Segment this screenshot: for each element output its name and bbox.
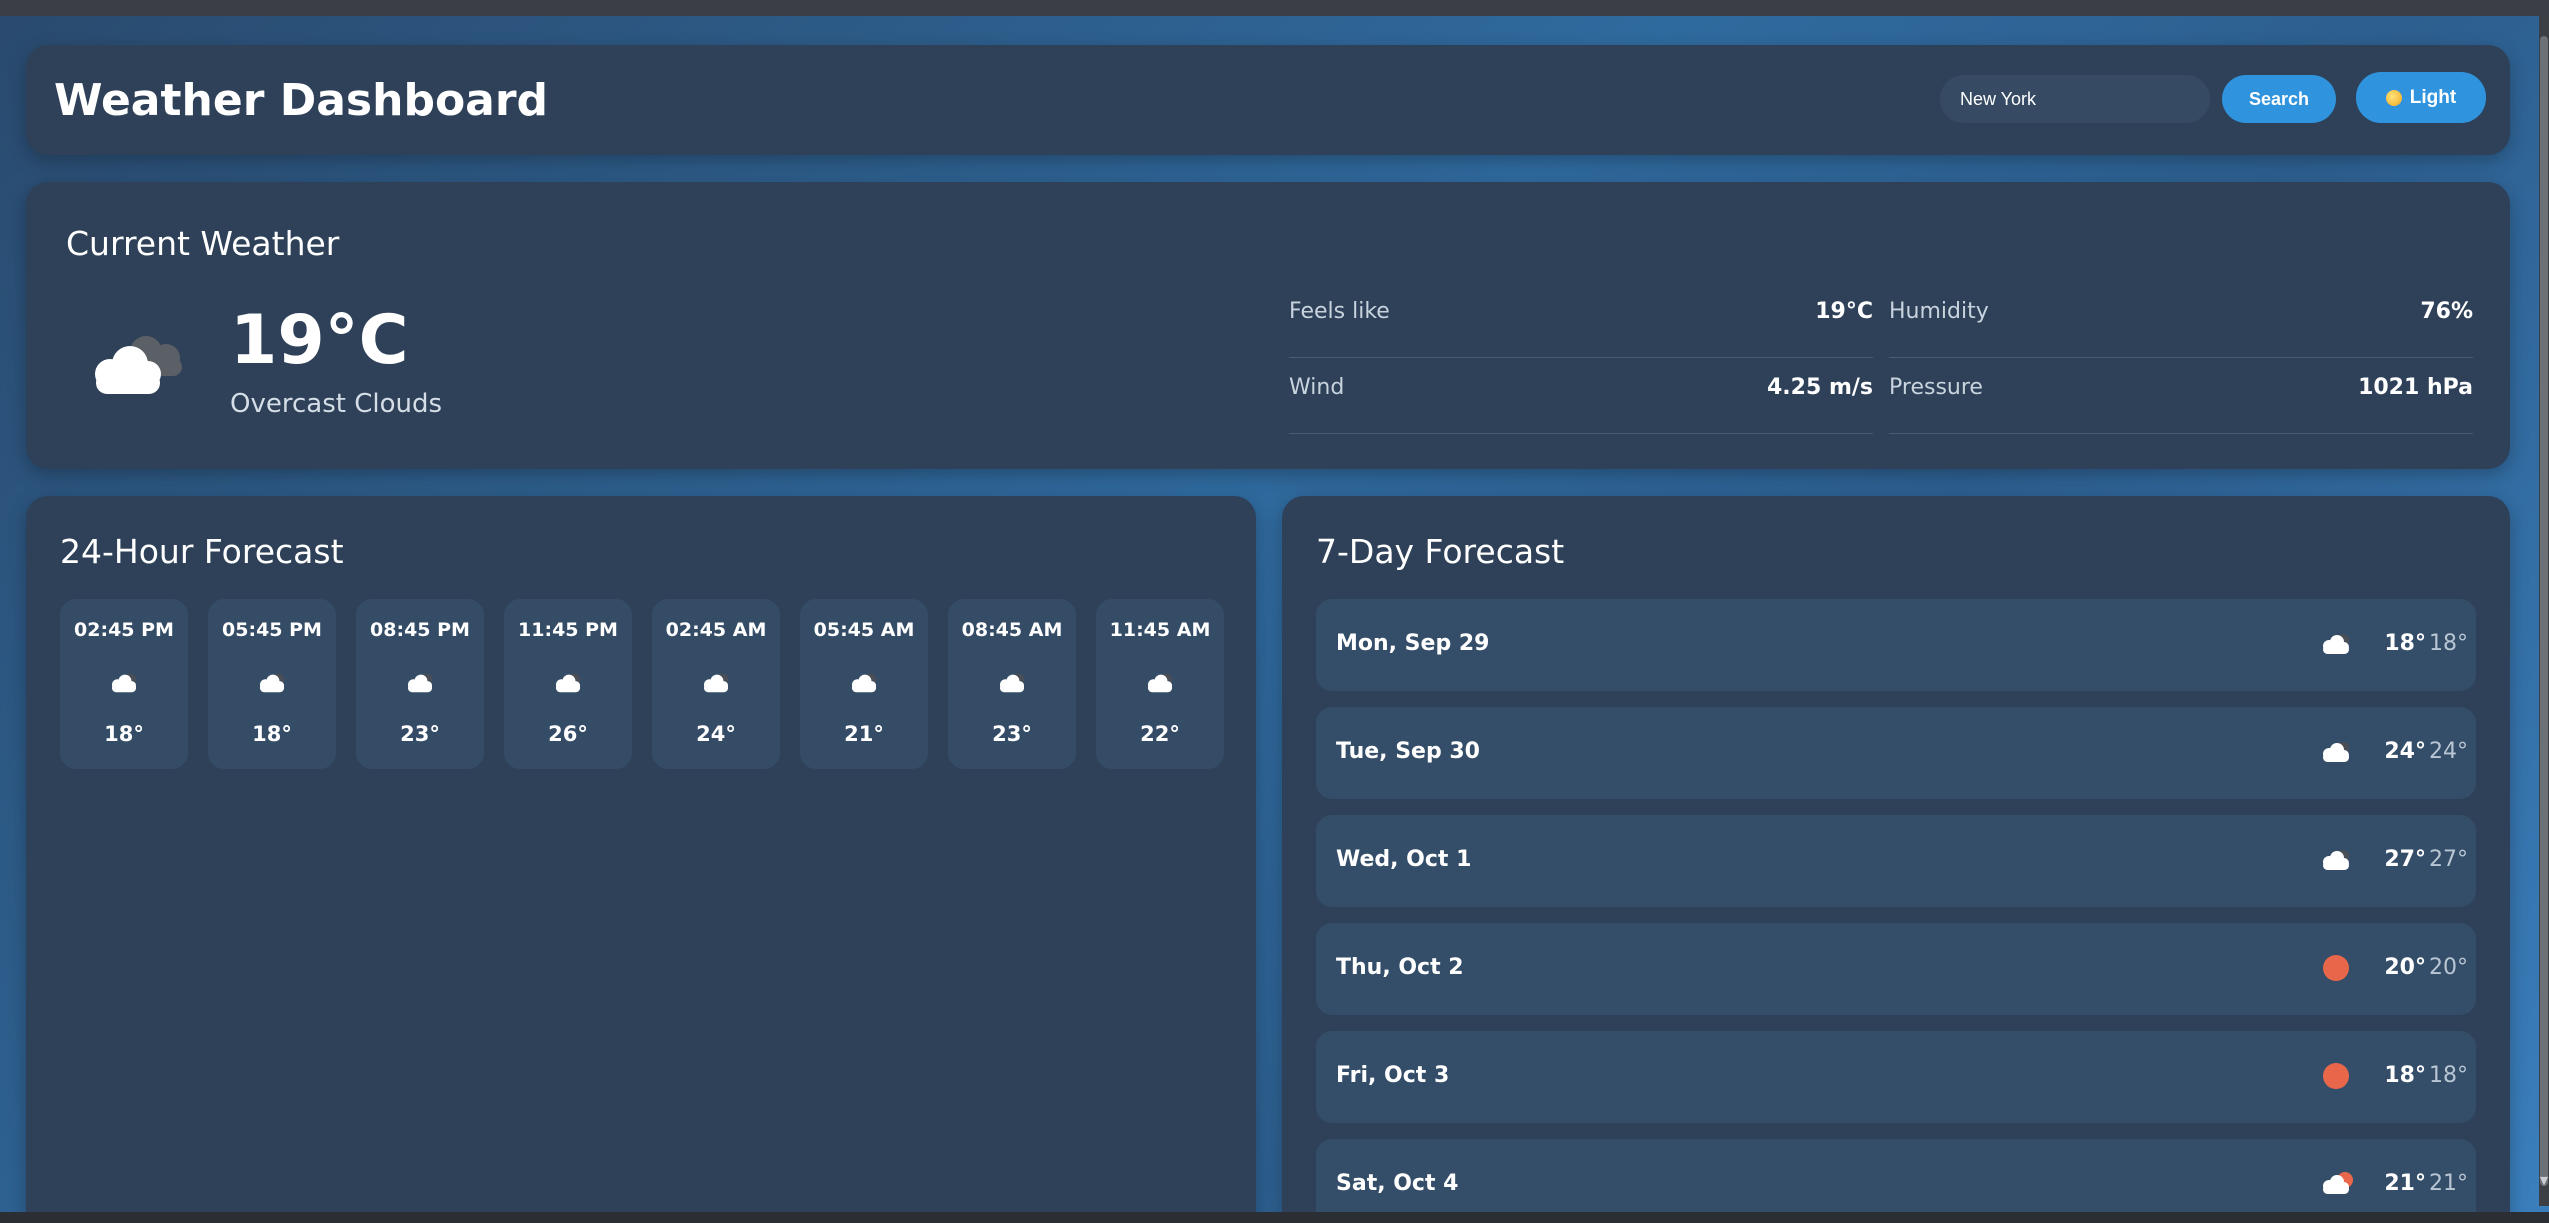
hourly-time: 05:45 PM: [222, 619, 322, 641]
search-button[interactable]: Search: [2222, 75, 2336, 123]
detail-humidity: Humidity 76%: [1889, 282, 2473, 358]
hourly-temp: 23°: [992, 722, 1032, 746]
daily-max-temp: 21°: [2384, 1171, 2426, 1196]
hourly-temp: 23°: [400, 722, 440, 746]
daily-item: Sat, Oct 4 21° 21°: [1316, 1139, 2476, 1223]
cloud-icon: [2316, 629, 2356, 659]
cloud-icon: [2316, 845, 2356, 875]
hourly-time: 08:45 PM: [370, 619, 470, 641]
hourly-item: 02:45 AM 24°: [652, 599, 780, 769]
detail-label: Humidity: [1889, 299, 1989, 324]
detail-value: 4.25 m/s: [1767, 375, 1873, 400]
partly-cloudy-icon: [2316, 1169, 2356, 1199]
daily-item: Fri, Oct 3 18° 18°: [1316, 1031, 2476, 1123]
daily-max-temp: 20°: [2384, 955, 2426, 980]
daily-min-temp: 18°: [2429, 1063, 2468, 1088]
daily-item: Tue, Sep 30 24° 24°: [1316, 707, 2476, 799]
hourly-item: 11:45 AM 22°: [1096, 599, 1224, 769]
hourly-time: 11:45 AM: [1109, 619, 1211, 641]
browser-top-bar: [0, 0, 2549, 16]
daily-date: Thu, Oct 2: [1336, 955, 1464, 980]
daily-min-temp: 20°: [2429, 955, 2468, 980]
daily-date: Tue, Sep 30: [1336, 739, 1480, 764]
overcast-cloud-icon: [95, 336, 182, 394]
hourly-temp: 24°: [696, 722, 736, 746]
hourly-forecast-title: 24-Hour Forecast: [60, 532, 344, 571]
sun-icon: [2316, 953, 2356, 983]
daily-max-temp: 24°: [2384, 739, 2426, 764]
hourly-temp: 22°: [1140, 722, 1180, 746]
detail-feels-like: Feels like 19°C: [1289, 282, 1873, 358]
hourly-forecast-panel: 24-Hour Forecast 02:45 PM 18° 05:45 PM 18° 0…: [26, 496, 1256, 1223]
detail-pressure: Pressure 1021 hPa: [1889, 358, 2473, 434]
daily-date: Mon, Sep 29: [1336, 631, 1490, 656]
browser-bottom-bar: [0, 1212, 2549, 1223]
detail-label: Pressure: [1889, 375, 1983, 400]
hourly-time: 05:45 AM: [813, 619, 915, 641]
daily-max-temp: 18°: [2384, 631, 2426, 656]
cloud-icon: [400, 669, 440, 695]
detail-label: Wind: [1289, 375, 1345, 400]
detail-value: 19°C: [1815, 299, 1873, 324]
city-search-input[interactable]: [1940, 75, 2210, 123]
hourly-item: 08:45 PM 23°: [356, 599, 484, 769]
weather-description: Overcast Clouds: [230, 389, 443, 419]
daily-forecast-title: 7-Day Forecast: [1316, 532, 1565, 571]
hourly-temp: 21°: [844, 722, 884, 746]
hourly-time: 02:45 PM: [74, 619, 174, 641]
detail-value: 76%: [2420, 299, 2473, 324]
cloud-icon: [844, 669, 884, 695]
cloud-icon: [696, 669, 736, 695]
detail-wind: Wind 4.25 m/s: [1289, 358, 1873, 434]
daily-max-temp: 18°: [2384, 1063, 2426, 1088]
daily-min-temp: 24°: [2429, 739, 2468, 764]
current-weather-panel: Current Weather 19°C Overcast Clouds Fee…: [26, 182, 2510, 469]
theme-toggle-label: Light: [2409, 86, 2457, 108]
detail-label: Feels like: [1289, 299, 1390, 324]
daily-min-temp: 27°: [2429, 847, 2468, 872]
daily-date: Fri, Oct 3: [1336, 1063, 1450, 1088]
sun-icon: [2316, 1061, 2356, 1091]
current-temperature: 19°C: [230, 301, 409, 380]
app-header: Weather Dashboard Search Light: [26, 45, 2510, 155]
daily-date: Wed, Oct 1: [1336, 847, 1472, 872]
daily-item: Thu, Oct 2 20° 20°: [1316, 923, 2476, 1015]
hourly-temp: 26°: [548, 722, 588, 746]
hourly-item: 08:45 AM 23°: [948, 599, 1076, 769]
daily-item: Mon, Sep 29 18° 18°: [1316, 599, 2476, 691]
sun-icon: [2385, 89, 2402, 106]
hourly-item: 11:45 PM 26°: [504, 599, 632, 769]
cloud-icon: [252, 669, 292, 695]
hourly-item: 05:45 AM 21°: [800, 599, 928, 769]
cloud-icon: [548, 669, 588, 695]
daily-min-temp: 21°: [2429, 1171, 2468, 1196]
cloud-icon: [1140, 669, 1180, 695]
hourly-time: 11:45 PM: [518, 619, 618, 641]
daily-item: Wed, Oct 1 27° 27°: [1316, 815, 2476, 907]
scroll-down-arrow-icon[interactable]: ▼: [2539, 1174, 2549, 1188]
hourly-temp: 18°: [252, 722, 292, 746]
cloud-icon: [992, 669, 1032, 695]
hourly-time: 02:45 AM: [665, 619, 767, 641]
page-scrollbar[interactable]: ▼: [2539, 16, 2549, 1206]
detail-value: 1021 hPa: [2358, 375, 2473, 400]
daily-max-temp: 27°: [2384, 847, 2426, 872]
daily-date: Sat, Oct 4: [1336, 1171, 1459, 1196]
hourly-item: 02:45 PM 18°: [60, 599, 188, 769]
cloud-icon: [2316, 737, 2356, 767]
hourly-temp: 18°: [104, 722, 144, 746]
hourly-item: 05:45 PM 18°: [208, 599, 336, 769]
current-weather-title: Current Weather: [66, 224, 340, 263]
daily-forecast-panel: 7-Day Forecast Mon, Sep 29 18° 18° Tue, Sep…: [1282, 496, 2510, 1223]
daily-min-temp: 18°: [2429, 631, 2468, 656]
scrollbar-thumb[interactable]: [2540, 36, 2548, 1186]
theme-toggle-button[interactable]: Light: [2356, 72, 2486, 123]
hourly-time: 08:45 AM: [961, 619, 1063, 641]
cloud-icon: [104, 669, 144, 695]
app-title: Weather Dashboard: [54, 75, 549, 126]
